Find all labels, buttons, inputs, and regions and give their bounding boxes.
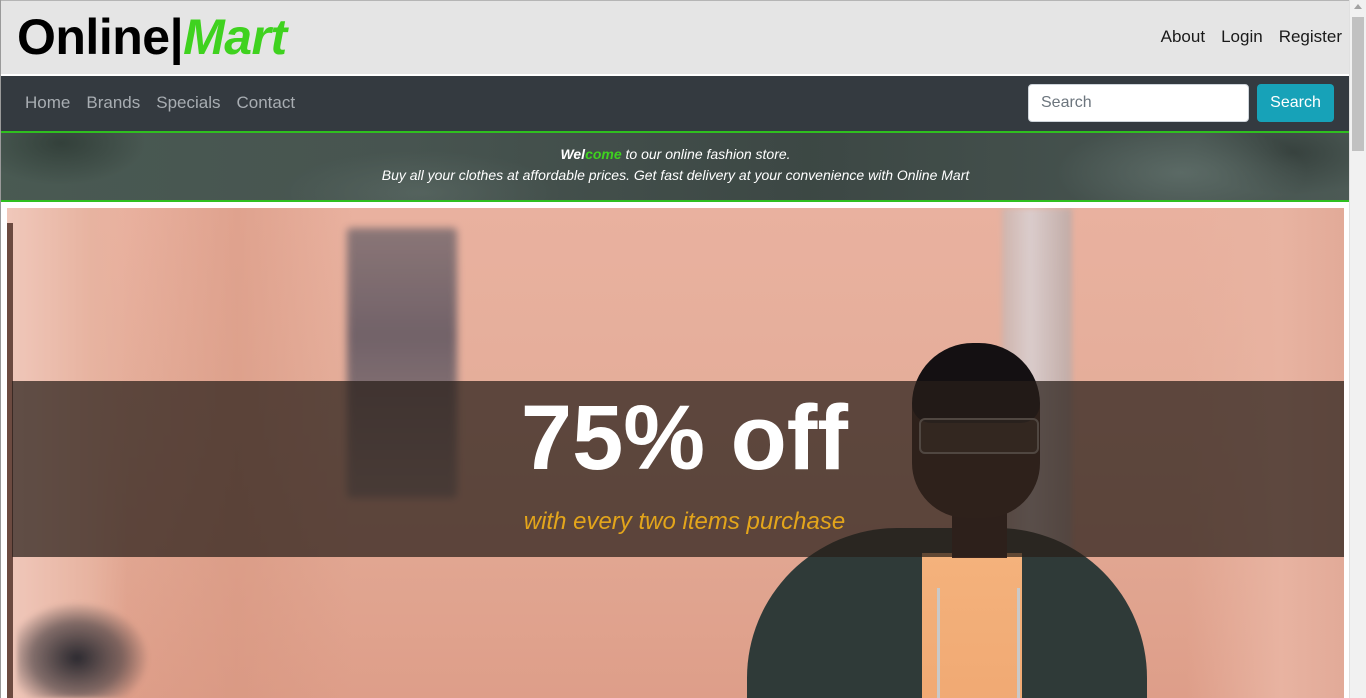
- hero-background-shadow: [17, 568, 187, 698]
- model-zipper-left: [937, 588, 940, 698]
- nav-item-brands[interactable]: Brands: [86, 93, 140, 113]
- promo-title: 75% off: [520, 387, 849, 489]
- welcome-line-1: Welcome to our online fashion store.: [1, 146, 1349, 162]
- nav-item-home[interactable]: Home: [25, 93, 70, 113]
- hero-banner: 75% off with every two items purchase: [7, 208, 1344, 698]
- search-input[interactable]: [1028, 84, 1249, 122]
- promo-overlay: 75% off with every two items purchase: [12, 381, 1344, 557]
- logo-separator: |: [169, 9, 184, 65]
- register-link[interactable]: Register: [1279, 27, 1342, 47]
- about-link[interactable]: About: [1161, 27, 1205, 47]
- welcome-highlight-come: come: [585, 146, 622, 162]
- header-links: About Login Register: [1161, 27, 1342, 47]
- welcome-banner: Welcome to our online fashion store. Buy…: [1, 131, 1349, 202]
- login-link[interactable]: Login: [1221, 27, 1263, 47]
- nav-item-specials[interactable]: Specials: [156, 93, 220, 113]
- scroll-up-arrow-icon[interactable]: [1354, 4, 1362, 9]
- logo-text-mart: Mart: [183, 9, 287, 65]
- model-zipper-right: [1017, 588, 1020, 698]
- nav-links: Home Brands Specials Contact: [25, 93, 295, 113]
- site-logo[interactable]: Online|Mart: [17, 7, 287, 67]
- vertical-scrollbar[interactable]: [1349, 0, 1366, 698]
- nav-item-contact[interactable]: Contact: [237, 93, 296, 113]
- welcome-highlight-wel: Wel: [560, 146, 586, 162]
- scrollbar-thumb[interactable]: [1352, 17, 1364, 151]
- welcome-line-1-rest: to our online fashion store.: [621, 146, 791, 162]
- main-navbar: Home Brands Specials Contact Search: [1, 76, 1349, 131]
- search-button[interactable]: Search: [1257, 84, 1334, 122]
- top-header: Online|Mart About Login Register: [1, 0, 1349, 74]
- page: Online|Mart About Login Register Home Br…: [0, 0, 1349, 698]
- promo-subtitle: with every two items purchase: [523, 508, 846, 535]
- welcome-line-2: Buy all your clothes at affordable price…: [381, 167, 970, 183]
- logo-text-online: Online: [17, 9, 170, 65]
